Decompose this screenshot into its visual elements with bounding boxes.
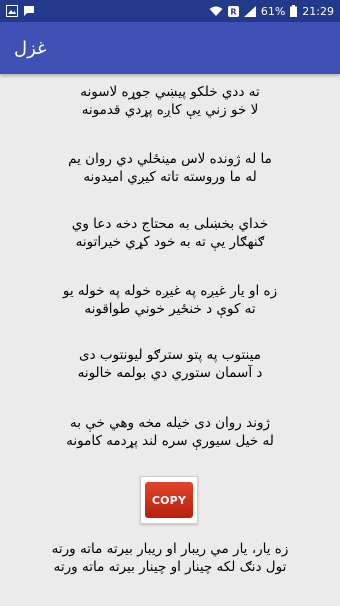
poem-line: ته ددي خلكو پيښي جوړه لاسونه [80,84,260,100]
poem-line: ته کوې د خنځير خوني طواقونه [84,301,256,317]
stanza: زه او يار غيږه په غيږه خوله په خوله يو ت… [0,282,340,318]
battery-icon [290,5,298,17]
clock: 21:29 [302,4,334,18]
poem-content[interactable]: ته ددي خلكو پيښي جوړه لاسونه لا خو زني ي… [0,74,340,606]
stanza: مينتوب په پتو سترګو ليونتوب دی د آسمان س… [0,346,340,382]
poem-line: تول دنګ لکه چينار او چينار بيرته ماته ور… [53,559,287,575]
copy-button-label: COPY [145,482,193,518]
page-title: غزل [14,37,47,59]
stanza: زه يار، يار مي ريبار او ريبار بيرته ماته… [0,540,340,576]
app-bar: غزل [0,22,340,74]
poem-line: مينتوب په پتو سترګو ليونتوب دی [79,347,261,363]
poem-line: ما له ژونده لاس مينځلي دي روان يم [68,151,272,167]
status-bar: R 61% 21:29 [0,0,340,22]
network-badge-icon: R [227,5,239,17]
poem-line: زه او يار غيږه په غيږه خوله په خوله يو [62,283,278,299]
stanza: ته ددي خلكو پيښي جوړه لاسونه لا خو زني ي… [0,83,340,119]
poem-line: ګنهګار يې ته به خود کړي خيراتونه [75,234,265,250]
poem-line: لا خو زني يې کاږه پړدي قدمونه [81,102,259,118]
signal-icon [243,5,256,17]
poem-line: خداي بخښلی به محتاج دخه دعا وي [71,216,269,232]
stanza: ما له ژونده لاس مينځلي دي روان يم له ما … [0,150,340,186]
stanza: خداي بخښلی به محتاج دخه دعا وي ګنهګار يې… [0,215,340,251]
battery-percent: 61% [260,4,286,18]
poem-line: له خيل سيورې سره لند پړدمه کامونه [66,433,274,449]
svg-text:R: R [230,7,236,16]
poem-line: زه يار، يار مي ريبار او ريبار بيرته ماته… [51,541,289,557]
message-icon [23,5,35,17]
poem-line: د آسمان ستوري دي بولمه خالونه [77,365,263,381]
system-icons: R 61% 21:29 [209,5,334,18]
image-icon [6,5,18,17]
copy-button[interactable]: COPY [140,476,198,524]
poem-line: ژوند روان دی خيله مخه وهي خې به [70,415,270,431]
stanza: ژوند روان دی خيله مخه وهي خې به له خيل س… [0,414,340,450]
notification-icons [6,5,35,17]
poem-line: له ما وروسته تاته کيږي اميدونه [83,169,257,185]
wifi-icon [209,6,223,17]
